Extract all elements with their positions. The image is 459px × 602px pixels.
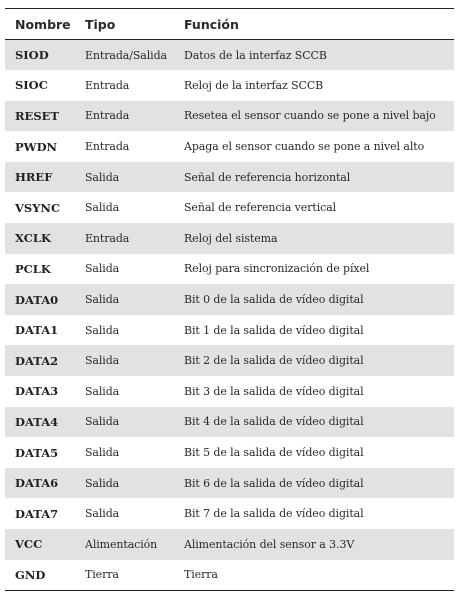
cell-pin-type: Salida: [85, 406, 184, 438]
pin-table: Nombre Tipo Función SIOD Entrada/Salida Da…: [5, 8, 454, 591]
cell-pin-function: Bit 7 de la salida de vídeo digital: [184, 498, 454, 529]
cell-pin-name: HREF: [5, 161, 85, 193]
table-row: DATA6 Salida Bit 6 de la salida de vídeo d…: [5, 467, 454, 499]
table-row: DATA5 Salida Bit 5 de la salida de vídeo d…: [5, 437, 454, 468]
cell-pin-name: GND: [5, 559, 85, 591]
cell-pin-name: VSYNC: [5, 192, 85, 224]
cell-pin-name: SIOD: [5, 39, 85, 71]
cell-pin-function: Bit 3 de la salida de vídeo digital: [184, 376, 454, 407]
table-row: DATA4 Salida Bit 4 de la salida de vídeo d…: [5, 406, 454, 438]
table-row: PWDN Entrada Apaga el sensor cuando se pon…: [5, 131, 454, 162]
table-row: DATA7 Salida Bit 7 de la salida de vídeo d…: [5, 498, 454, 529]
cell-pin-name: DATA7: [5, 498, 85, 529]
cell-pin-name: RESET: [5, 100, 85, 132]
table-row: SIOC Entrada Reloj de la interfaz SCCB: [5, 70, 454, 101]
cell-pin-name: XCLK: [5, 223, 85, 254]
header-row: Nombre Tipo Función: [5, 8, 454, 40]
cell-pin-name: DATA2: [5, 345, 85, 377]
cell-pin-name: DATA6: [5, 467, 85, 499]
table-row: VCC Alimentación Alimentación del sensor a…: [5, 529, 454, 560]
cell-pin-type: Tierra: [85, 559, 184, 591]
cell-pin-function: Resetea el sensor cuando se pone a nivel…: [184, 100, 454, 132]
cell-pin-function: Señal de referencia horizontal: [184, 161, 454, 193]
cell-pin-type: Entrada: [85, 100, 184, 132]
cell-pin-type: Salida: [85, 314, 184, 346]
table-body: SIOD Entrada/Salida Datos de la interfaz S…: [5, 39, 454, 591]
cell-pin-function: Reloj de la interfaz SCCB: [184, 70, 454, 101]
cell-pin-type: Entrada: [85, 223, 184, 254]
cell-pin-name: DATA5: [5, 437, 85, 468]
cell-pin-type: Entrada/Salida: [85, 39, 184, 71]
cell-pin-name: DATA4: [5, 406, 85, 438]
table-row: VSYNC Salida Señal de referencia vertical: [5, 192, 454, 224]
cell-pin-function: Tierra: [184, 559, 454, 591]
table-row: DATA2 Salida Bit 2 de la salida de vídeo d…: [5, 345, 454, 377]
cell-pin-type: Salida: [85, 467, 184, 499]
header-type: Tipo: [85, 8, 184, 40]
header-name: Nombre: [5, 8, 85, 40]
cell-pin-name: DATA1: [5, 314, 85, 346]
cell-pin-type: Alimentación: [85, 529, 184, 560]
cell-pin-function: Bit 1 de la salida de vídeo digital: [184, 314, 454, 346]
cell-pin-function: Señal de referencia vertical: [184, 192, 454, 224]
cell-pin-function: Reloj para sincronización de píxel: [184, 253, 454, 285]
cell-pin-type: Salida: [85, 498, 184, 529]
cell-pin-function: Bit 5 de la salida de vídeo digital: [184, 437, 454, 468]
cell-pin-function: Alimentación del sensor a 3.3V: [184, 529, 454, 560]
cell-pin-type: Salida: [85, 284, 184, 315]
cell-pin-function: Bit 2 de la salida de vídeo digital: [184, 345, 454, 377]
table-row: DATA3 Salida Bit 3 de la salida de vídeo d…: [5, 376, 454, 407]
cell-pin-name: PCLK: [5, 253, 85, 285]
cell-pin-type: Salida: [85, 161, 184, 193]
cell-pin-function: Bit 4 de la salida de vídeo digital: [184, 406, 454, 438]
cell-pin-type: Salida: [85, 376, 184, 407]
table-row: PCLK Salida Reloj para sincronización de p…: [5, 253, 454, 285]
cell-pin-function: Bit 6 de la salida de vídeo digital: [184, 467, 454, 499]
table-header: Nombre Tipo Función: [5, 8, 454, 40]
cell-pin-name: SIOC: [5, 70, 85, 101]
table-row: SIOD Entrada/Salida Datos de la interfaz S…: [5, 39, 454, 71]
cell-pin-type: Salida: [85, 437, 184, 468]
cell-pin-name: PWDN: [5, 131, 85, 162]
cell-pin-name: DATA0: [5, 284, 85, 315]
cell-pin-function: Apaga el sensor cuando se pone a nivel a…: [184, 131, 454, 162]
table-row: RESET Entrada Resetea el sensor cuando se …: [5, 100, 454, 132]
table-row: HREF Salida Señal de referencia horizontal: [5, 161, 454, 193]
cell-pin-type: Entrada: [85, 70, 184, 101]
header-function: Función: [184, 8, 454, 40]
table-row: GND Tierra Tierra: [5, 559, 454, 591]
table-row: DATA0 Salida Bit 0 de la salida de vídeo d…: [5, 284, 454, 315]
cell-pin-function: Datos de la interfaz SCCB: [184, 39, 454, 71]
cell-pin-function: Reloj del sistema: [184, 223, 454, 254]
cell-pin-type: Salida: [85, 192, 184, 224]
table-row: DATA1 Salida Bit 1 de la salida de vídeo d…: [5, 314, 454, 346]
cell-pin-type: Salida: [85, 345, 184, 377]
cell-pin-type: Entrada: [85, 131, 184, 162]
cell-pin-name: VCC: [5, 529, 85, 560]
cell-pin-type: Salida: [85, 253, 184, 285]
cell-pin-name: DATA3: [5, 376, 85, 407]
cell-pin-function: Bit 0 de la salida de vídeo digital: [184, 284, 454, 315]
table-row: XCLK Entrada Reloj del sistema: [5, 223, 454, 254]
